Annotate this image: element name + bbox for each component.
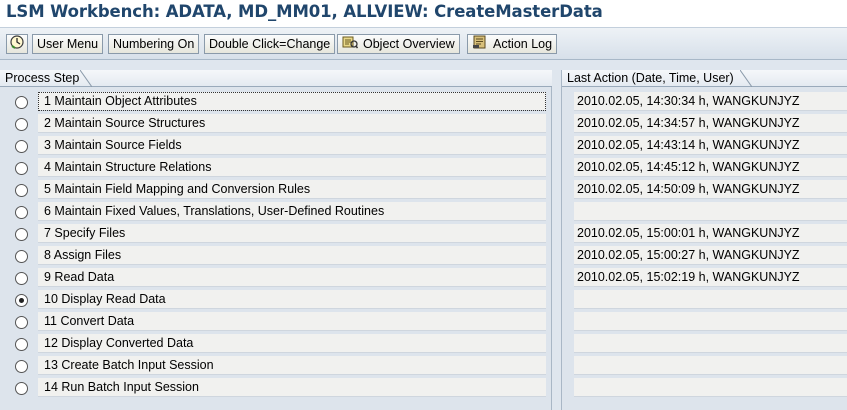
execute-clock-icon (10, 34, 24, 54)
step-radio-button[interactable] (15, 360, 28, 373)
process-step-header: Process Step (0, 70, 552, 87)
step-radio-button[interactable] (15, 140, 28, 153)
process-step-row[interactable]: 11 Convert Data (0, 310, 552, 332)
process-step-label[interactable]: 3 Maintain Source Fields (38, 136, 546, 155)
process-step-row[interactable]: 6 Maintain Fixed Values, Translations, U… (0, 200, 552, 222)
last-action-value (574, 202, 847, 221)
last-action-row: 2010.02.05, 15:00:27 h, WANGKUNJYZ (562, 244, 847, 266)
last-action-row: 2010.02.05, 15:02:19 h, WANGKUNJYZ (562, 266, 847, 288)
step-radio-button[interactable] (15, 184, 28, 197)
last-action-value: 2010.02.05, 15:00:01 h, WANGKUNJYZ (574, 224, 847, 243)
process-step-row[interactable]: 2 Maintain Source Structures (0, 112, 552, 134)
process-step-label[interactable]: 12 Display Converted Data (38, 334, 546, 353)
last-action-value (574, 378, 847, 397)
execute-button[interactable] (6, 34, 28, 54)
double-click-change-button[interactable]: Double Click=Change (204, 34, 336, 54)
user-menu-button[interactable]: User Menu (32, 34, 104, 54)
numbering-on-label: Numbering On (113, 37, 195, 51)
process-step-label[interactable]: 6 Maintain Fixed Values, Translations, U… (38, 202, 546, 221)
process-step-label[interactable]: 14 Run Batch Input Session (38, 378, 546, 397)
process-step-panel: Process Step 1 Maintain Object Attribute… (0, 70, 552, 410)
step-radio-button[interactable] (15, 162, 28, 175)
overview-icon (342, 35, 359, 54)
application-toolbar: User Menu Numbering On Double Click=Chan… (0, 28, 847, 60)
title-bar: LSM Workbench: ADATA, MD_MM01, ALLVIEW: … (0, 0, 847, 28)
last-action-row: 2010.02.05, 14:43:14 h, WANGKUNJYZ (562, 134, 847, 156)
last-action-value: 2010.02.05, 15:00:27 h, WANGKUNJYZ (574, 246, 847, 265)
last-action-row (562, 310, 847, 332)
process-step-row[interactable]: 9 Read Data (0, 266, 552, 288)
last-action-value: 2010.02.05, 14:30:34 h, WANGKUNJYZ (574, 92, 847, 111)
last-action-row (562, 354, 847, 376)
last-action-value (574, 334, 847, 353)
process-step-label[interactable]: 5 Maintain Field Mapping and Conversion … (38, 180, 546, 199)
process-step-label[interactable]: 13 Create Batch Input Session (38, 356, 546, 375)
process-step-row[interactable]: 3 Maintain Source Fields (0, 134, 552, 156)
object-overview-button[interactable]: Object Overview (337, 34, 460, 54)
user-menu-label: User Menu (37, 37, 99, 51)
process-step-label[interactable]: 4 Maintain Structure Relations (38, 158, 546, 177)
process-step-row[interactable]: 12 Display Converted Data (0, 332, 552, 354)
last-action-value: 2010.02.05, 14:34:57 h, WANGKUNJYZ (574, 114, 847, 133)
last-action-row: 2010.02.05, 14:30:34 h, WANGKUNJYZ (562, 90, 847, 112)
step-radio-button[interactable] (15, 272, 28, 285)
last-action-header: Last Action (Date, Time, User) (562, 70, 847, 87)
last-action-row (562, 288, 847, 310)
step-radio-button[interactable] (15, 250, 28, 263)
process-step-row[interactable]: 5 Maintain Field Mapping and Conversion … (0, 178, 552, 200)
process-step-row[interactable]: 13 Create Batch Input Session (0, 354, 552, 376)
process-step-label[interactable]: 10 Display Read Data (38, 290, 546, 309)
last-action-value: 2010.02.05, 15:02:19 h, WANGKUNJYZ (574, 268, 847, 287)
process-step-label[interactable]: 11 Convert Data (38, 312, 546, 331)
process-step-row[interactable]: 4 Maintain Structure Relations (0, 156, 552, 178)
last-action-value: 2010.02.05, 14:45:12 h, WANGKUNJYZ (574, 158, 847, 177)
last-action-value: 2010.02.05, 14:50:09 h, WANGKUNJYZ (574, 180, 847, 199)
window-title: LSM Workbench: ADATA, MD_MM01, ALLVIEW: … (6, 2, 603, 21)
step-radio-button[interactable] (15, 294, 28, 307)
last-action-value (574, 290, 847, 309)
last-action-row (562, 376, 847, 398)
step-radio-button[interactable] (15, 118, 28, 131)
double-click-change-label: Double Click=Change (209, 37, 331, 51)
last-action-row (562, 200, 847, 222)
process-step-row[interactable]: 1 Maintain Object Attributes (0, 90, 552, 112)
last-action-row: 2010.02.05, 15:00:01 h, WANGKUNJYZ (562, 222, 847, 244)
process-step-label[interactable]: 9 Read Data (38, 268, 546, 287)
action-log-button[interactable]: Action Log (467, 34, 558, 54)
process-step-row[interactable]: 14 Run Batch Input Session (0, 376, 552, 398)
numbering-on-button[interactable]: Numbering On (108, 34, 200, 54)
last-action-row (562, 332, 847, 354)
last-action-row: 2010.02.05, 14:45:12 h, WANGKUNJYZ (562, 156, 847, 178)
process-step-header-label: Process Step (5, 71, 80, 85)
process-step-label[interactable]: 8 Assign Files (38, 246, 546, 265)
process-step-row[interactable]: 8 Assign Files (0, 244, 552, 266)
process-step-label[interactable]: 1 Maintain Object Attributes (38, 92, 546, 111)
process-step-row[interactable]: 10 Display Read Data (0, 288, 552, 310)
last-action-value: 2010.02.05, 14:43:14 h, WANGKUNJYZ (574, 136, 847, 155)
step-radio-button[interactable] (15, 206, 28, 219)
last-action-header-label: Last Action (Date, Time, User) (567, 71, 734, 85)
object-overview-label: Object Overview (363, 37, 455, 51)
last-action-row: 2010.02.05, 14:50:09 h, WANGKUNJYZ (562, 178, 847, 200)
step-radio-button[interactable] (15, 228, 28, 241)
step-radio-button[interactable] (15, 96, 28, 109)
last-action-row: 2010.02.05, 14:34:57 h, WANGKUNJYZ (562, 112, 847, 134)
last-action-value (574, 312, 847, 331)
action-log-label: Action Log (493, 37, 553, 51)
log-icon (472, 35, 488, 54)
last-action-panel: Last Action (Date, Time, User) 2010.02.0… (561, 70, 847, 410)
last-action-value (574, 356, 847, 375)
step-radio-button[interactable] (15, 338, 28, 351)
process-step-label[interactable]: 2 Maintain Source Structures (38, 114, 546, 133)
step-radio-button[interactable] (15, 316, 28, 329)
process-step-row[interactable]: 7 Specify Files (0, 222, 552, 244)
process-step-label[interactable]: 7 Specify Files (38, 224, 546, 243)
step-radio-button[interactable] (15, 382, 28, 395)
